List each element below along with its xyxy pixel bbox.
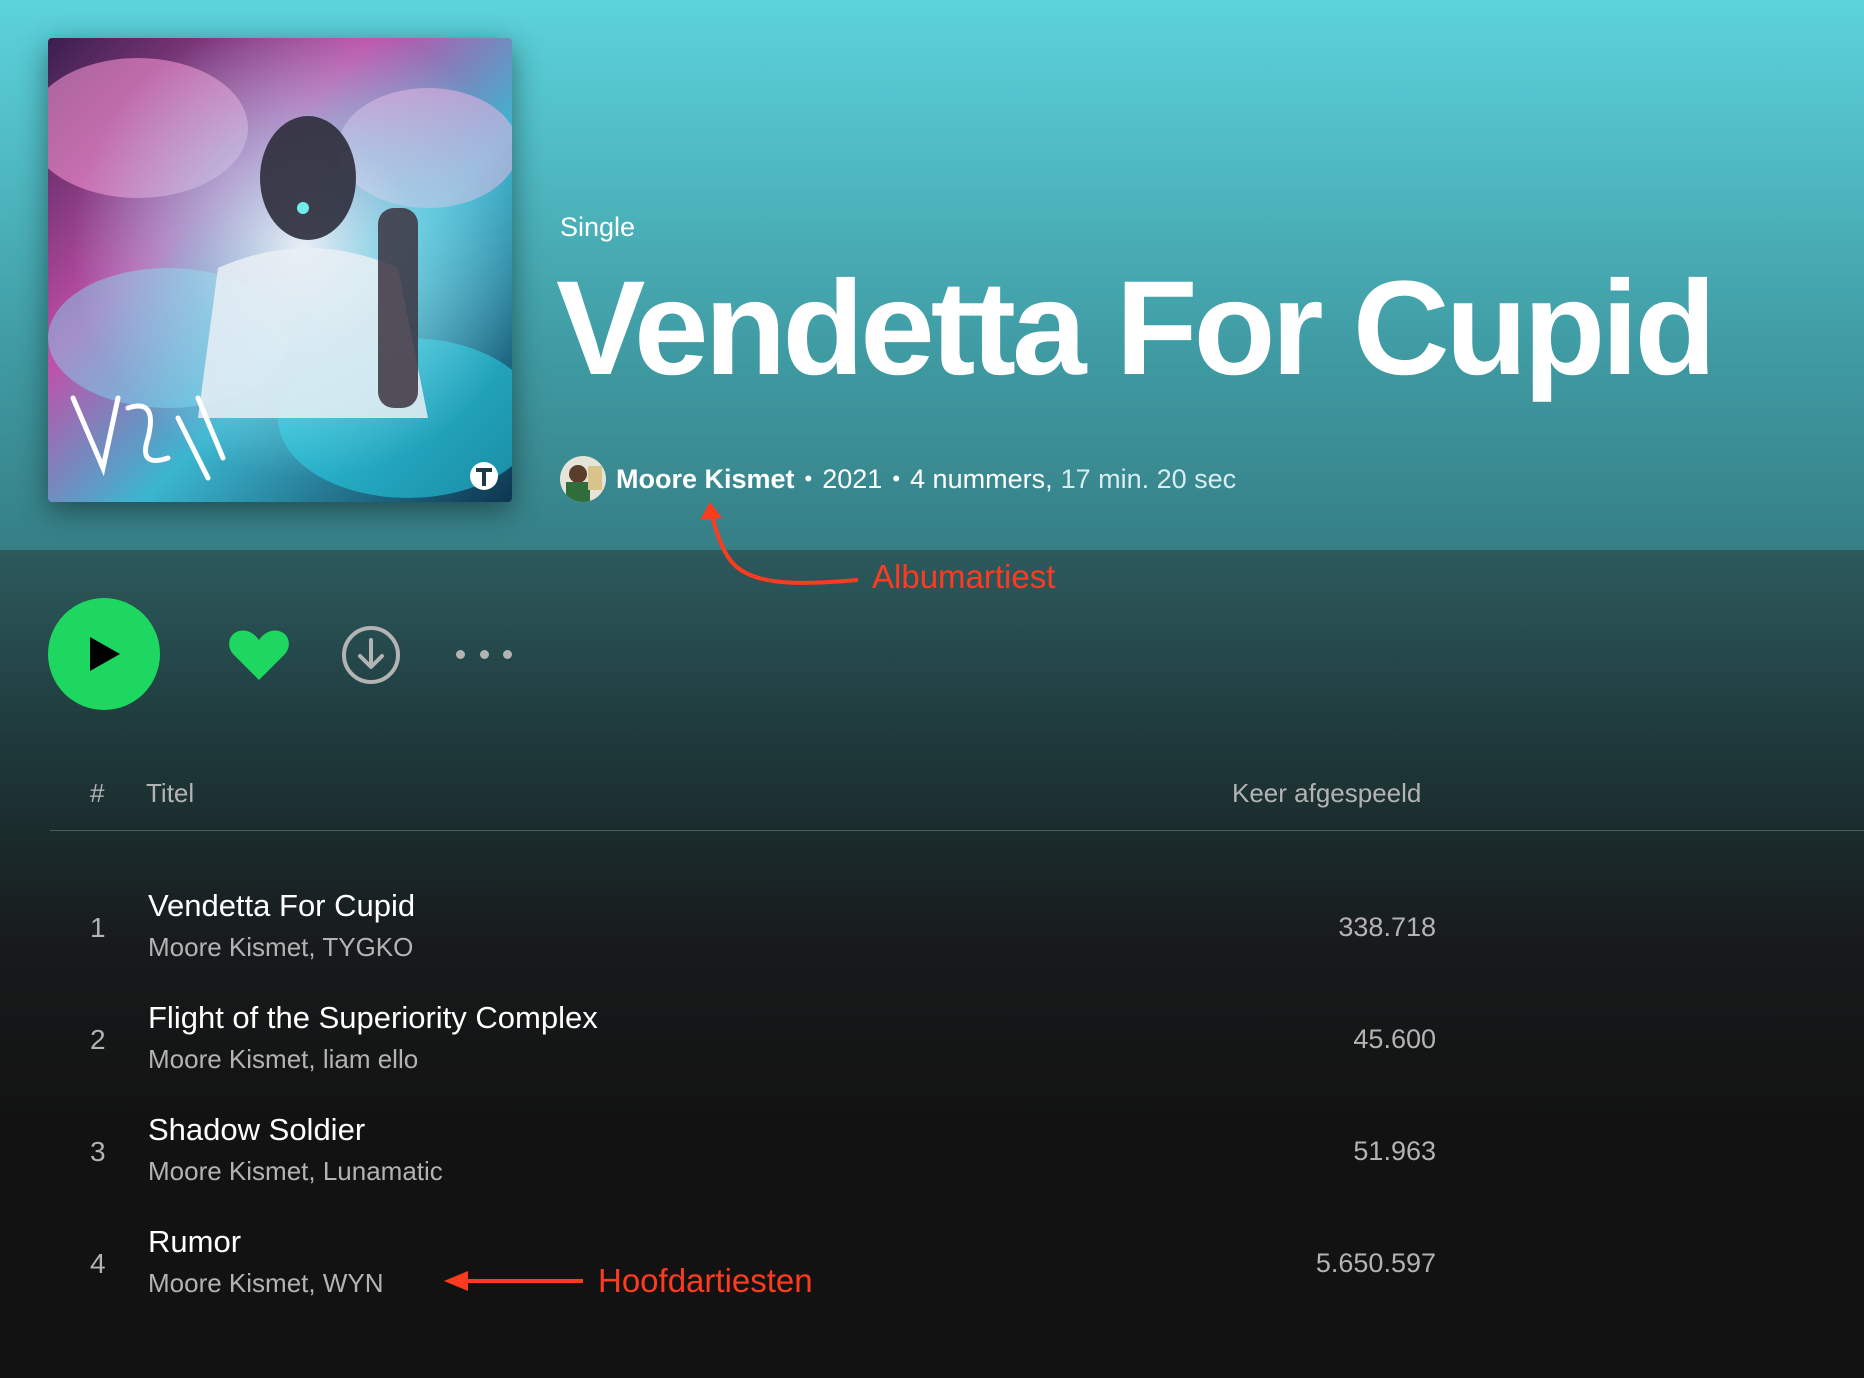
track-number: 2 (90, 1024, 106, 1055)
track-artists[interactable]: Moore Kismet, Lunamatic (148, 1156, 443, 1187)
annotation-main-artists: Hoofdartiesten (598, 1262, 813, 1299)
track-number: 1 (90, 912, 106, 943)
track-title[interactable]: Rumor (148, 1224, 241, 1260)
page-title: Vendetta For Cupid (556, 254, 1716, 403)
track-playcount: 45.600 (1353, 1024, 1436, 1054)
tracklist-header: # Titel Keer afgespeeld (50, 774, 1864, 831)
track-count: 4 nummers, (910, 463, 1053, 494)
more-icon-dot (456, 649, 465, 659)
more-icon-dot (479, 649, 489, 659)
column-title[interactable]: Titel (146, 778, 194, 809)
track-title[interactable]: Vendetta For Cupid (148, 888, 415, 924)
like-button[interactable] (226, 622, 292, 688)
album-cover-art (48, 38, 512, 502)
column-plays[interactable]: Keer afgespeeld (1232, 778, 1421, 809)
track-artists[interactable]: Moore Kismet, liam ello (148, 1044, 418, 1075)
column-number: # (90, 778, 105, 808)
play-icon (90, 637, 120, 671)
track-title[interactable]: Flight of the Superiority Complex (148, 1000, 598, 1036)
separator-dot: • (804, 466, 813, 491)
annotation-album-artist: Albumartiest (872, 558, 1056, 595)
track-artists[interactable]: Moore Kismet, WYN (148, 1268, 384, 1299)
track-row[interactable]: 3 Shadow Soldier Moore Kismet, Lunamatic… (50, 1100, 1450, 1212)
download-button[interactable] (340, 624, 402, 686)
album-type-label: Single (560, 212, 636, 242)
heart-icon (229, 630, 289, 680)
track-artists[interactable]: Moore Kismet, TYGKO (148, 932, 413, 963)
album-meta: Moore Kismet • 2021 • 4 nummers, 17 min.… (560, 456, 1236, 502)
track-row[interactable]: 1 Vendetta For Cupid Moore Kismet, TYGKO… (50, 876, 1450, 988)
separator-dot: • (892, 466, 901, 491)
more-icon-dot (503, 649, 512, 659)
download-icon (342, 626, 400, 684)
album-cover (48, 38, 512, 502)
album-duration: 17 min. 20 sec (1060, 463, 1237, 494)
track-playcount: 338.718 (1338, 912, 1436, 942)
album-artist-link[interactable]: Moore Kismet (616, 464, 795, 495)
artist-avatar[interactable] (560, 456, 606, 502)
more-options-button[interactable] (456, 636, 512, 672)
release-year: 2021 (822, 463, 883, 494)
track-row[interactable]: 2 Flight of the Superiority Complex Moor… (50, 988, 1450, 1100)
track-number: 3 (90, 1136, 106, 1167)
play-button[interactable] (48, 598, 160, 710)
track-number: 4 (90, 1248, 106, 1279)
track-playcount: 5.650.597 (1315, 1248, 1436, 1278)
track-title[interactable]: Shadow Soldier (148, 1112, 365, 1148)
track-playcount: 51.963 (1353, 1136, 1436, 1166)
avatar-image (560, 456, 606, 502)
